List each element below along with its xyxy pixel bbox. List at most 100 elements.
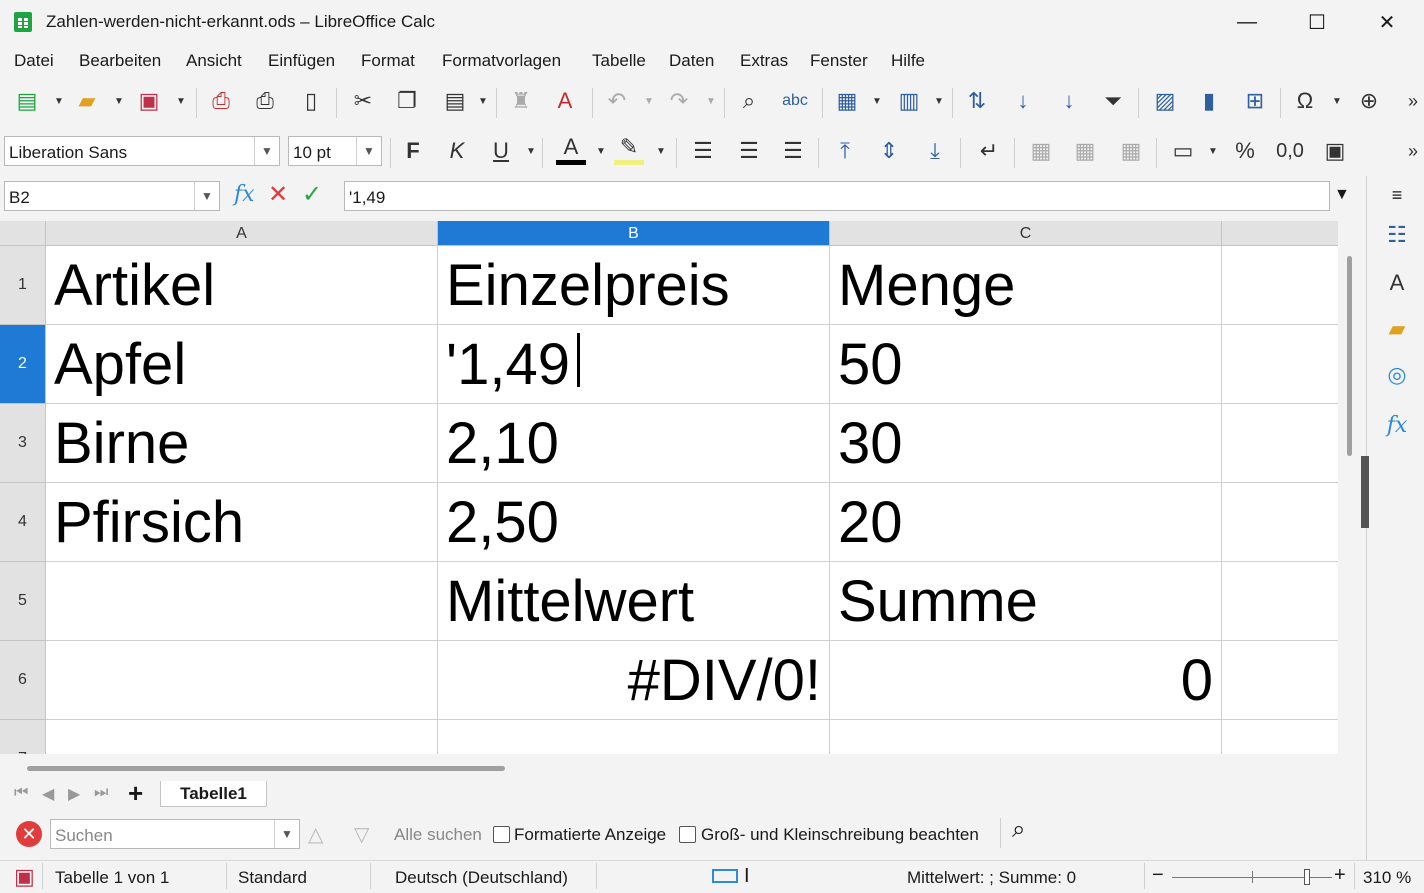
- font-size-box[interactable]: 10 pt ▼: [288, 136, 382, 166]
- chevron-down-icon[interactable]: ▼: [526, 146, 536, 157]
- match-case-checkbox[interactable]: [679, 826, 696, 843]
- cut-icon[interactable]: ✂: [348, 86, 378, 116]
- cell-b4[interactable]: 2,50: [438, 483, 830, 562]
- select-all-corner[interactable]: [0, 221, 46, 246]
- cell-d5[interactable]: [1222, 562, 1338, 641]
- copy-icon[interactable]: ❐: [392, 86, 422, 116]
- column-header-c[interactable]: C: [830, 221, 1222, 246]
- font-color-icon[interactable]: A: [556, 134, 586, 165]
- menu-fenster[interactable]: Fenster: [810, 51, 868, 71]
- sort-icon[interactable]: ⇅: [962, 86, 992, 116]
- first-sheet-icon[interactable]: ⏮: [14, 784, 28, 802]
- cell-c6[interactable]: 0: [830, 641, 1222, 720]
- row-header-3[interactable]: 3: [0, 404, 46, 483]
- cell-a3[interactable]: Birne: [46, 404, 438, 483]
- align-right-icon[interactable]: ☰: [778, 136, 808, 166]
- paste-icon[interactable]: ▤: [440, 86, 470, 116]
- italic-button[interactable]: K: [442, 136, 472, 166]
- cell-d6[interactable]: [1222, 641, 1338, 720]
- vertical-scroll-thumb[interactable]: [1347, 256, 1352, 456]
- toolbar-overflow-icon[interactable]: »: [1398, 86, 1424, 116]
- zoom-out-button[interactable]: −: [1152, 864, 1164, 887]
- expand-formula-icon[interactable]: ▼: [1334, 186, 1350, 204]
- menu-format[interactable]: Format: [361, 51, 415, 71]
- chevron-down-icon[interactable]: ▼: [706, 96, 716, 107]
- styles-icon[interactable]: A: [1382, 268, 1412, 298]
- cell-a4[interactable]: Pfirsich: [46, 483, 438, 562]
- chevron-down-icon[interactable]: ▼: [194, 182, 219, 210]
- selection-summary[interactable]: Mittelwert: ; Summe: 0: [907, 868, 1076, 888]
- zoom-level[interactable]: 310 %: [1363, 868, 1411, 888]
- spellcheck-icon[interactable]: abc: [780, 86, 810, 116]
- row-header-7[interactable]: 7: [0, 720, 46, 754]
- function-wizard-icon[interactable]: fx: [234, 182, 255, 207]
- cancel-icon[interactable]: ✕: [268, 180, 288, 209]
- document-modified-icon[interactable]: ▣: [14, 864, 35, 890]
- properties-icon[interactable]: ☷: [1382, 220, 1412, 250]
- print-icon[interactable]: ⎙: [250, 86, 280, 116]
- unmerge-cells-icon[interactable]: ▦: [1116, 136, 1146, 166]
- sheet-tab-tabelle1[interactable]: Tabelle1: [160, 781, 267, 807]
- selection-mode-icon[interactable]: [712, 869, 738, 883]
- merge-center-icon[interactable]: ▦: [1070, 136, 1100, 166]
- new-document-icon[interactable]: ▤: [12, 86, 42, 116]
- name-box[interactable]: B2 ▼: [4, 181, 220, 211]
- chevron-down-icon[interactable]: ▼: [872, 96, 882, 107]
- find-all-button[interactable]: Alle suchen: [394, 825, 482, 845]
- decimal-format-button[interactable]: 0,0: [1272, 136, 1308, 166]
- sort-ascending-icon[interactable]: ↓: [1008, 86, 1038, 116]
- cell-d2[interactable]: [1222, 325, 1338, 404]
- insert-chart-icon[interactable]: ▮: [1194, 86, 1224, 116]
- menu-ansicht[interactable]: Ansicht: [186, 51, 242, 71]
- wrap-text-icon[interactable]: ↵: [974, 136, 1004, 166]
- align-top-icon[interactable]: ⤒: [830, 136, 860, 166]
- cell-c2[interactable]: 50: [830, 325, 1222, 404]
- insert-image-icon[interactable]: ▨: [1150, 86, 1180, 116]
- font-name-box[interactable]: Liberation Sans ▼: [4, 136, 280, 166]
- minimize-button[interactable]: —: [1212, 0, 1282, 44]
- highlight-color-icon[interactable]: ✎: [614, 134, 644, 165]
- chevron-down-icon[interactable]: ▼: [934, 96, 944, 107]
- chevron-down-icon[interactable]: ▼: [176, 96, 186, 107]
- row-header-5[interactable]: 5: [0, 562, 46, 641]
- cell-d4[interactable]: [1222, 483, 1338, 562]
- special-character-icon[interactable]: Ω: [1290, 86, 1320, 116]
- currency-format-icon[interactable]: ▭: [1168, 136, 1198, 166]
- chevron-down-icon[interactable]: ▼: [54, 96, 64, 107]
- save-icon[interactable]: ▣: [134, 86, 164, 116]
- formula-input[interactable]: '1,49: [344, 181, 1330, 211]
- accept-icon[interactable]: ✓: [302, 180, 322, 209]
- menu-hilfe[interactable]: Hilfe: [891, 51, 925, 71]
- clone-formatting-icon[interactable]: ♜: [506, 86, 536, 116]
- chevron-down-icon[interactable]: ▼: [114, 96, 124, 107]
- underline-button[interactable]: U: [486, 136, 516, 166]
- menu-datei[interactable]: Datei: [14, 51, 54, 71]
- chevron-down-icon[interactable]: ▼: [596, 146, 606, 157]
- cell-c1[interactable]: Menge: [830, 246, 1222, 325]
- maximize-button[interactable]: ☐: [1282, 0, 1352, 44]
- percent-button[interactable]: %: [1230, 136, 1260, 166]
- cell-a5[interactable]: [46, 562, 438, 641]
- cell-b3[interactable]: 2,10: [438, 404, 830, 483]
- close-find-icon[interactable]: ✕: [16, 821, 42, 847]
- cell-a1[interactable]: Artikel: [46, 246, 438, 325]
- chevron-down-icon[interactable]: ▼: [644, 96, 654, 107]
- cell-d3[interactable]: [1222, 404, 1338, 483]
- menu-tabelle[interactable]: Tabelle: [592, 51, 646, 71]
- cell-b6[interactable]: #DIV/0!: [438, 641, 830, 720]
- cell-b7[interactable]: [438, 720, 830, 754]
- column-icon[interactable]: ▥: [894, 86, 924, 116]
- previous-sheet-icon[interactable]: ◀: [42, 784, 54, 804]
- row-header-6[interactable]: 6: [0, 641, 46, 720]
- menu-daten[interactable]: Daten: [669, 51, 714, 71]
- export-pdf-icon[interactable]: ⎙: [206, 86, 236, 116]
- cell-a6[interactable]: [46, 641, 438, 720]
- find-replace-icon[interactable]: ⌕: [734, 86, 764, 116]
- find-next-icon[interactable]: ▽: [354, 822, 369, 847]
- language[interactable]: Deutsch (Deutschland): [395, 868, 568, 888]
- chevron-down-icon[interactable]: ▼: [478, 96, 488, 107]
- formatted-display-checkbox[interactable]: [493, 826, 510, 843]
- next-sheet-icon[interactable]: ▶: [68, 784, 80, 804]
- open-folder-icon[interactable]: ▰: [72, 86, 102, 116]
- last-sheet-icon[interactable]: ⏭: [94, 784, 108, 802]
